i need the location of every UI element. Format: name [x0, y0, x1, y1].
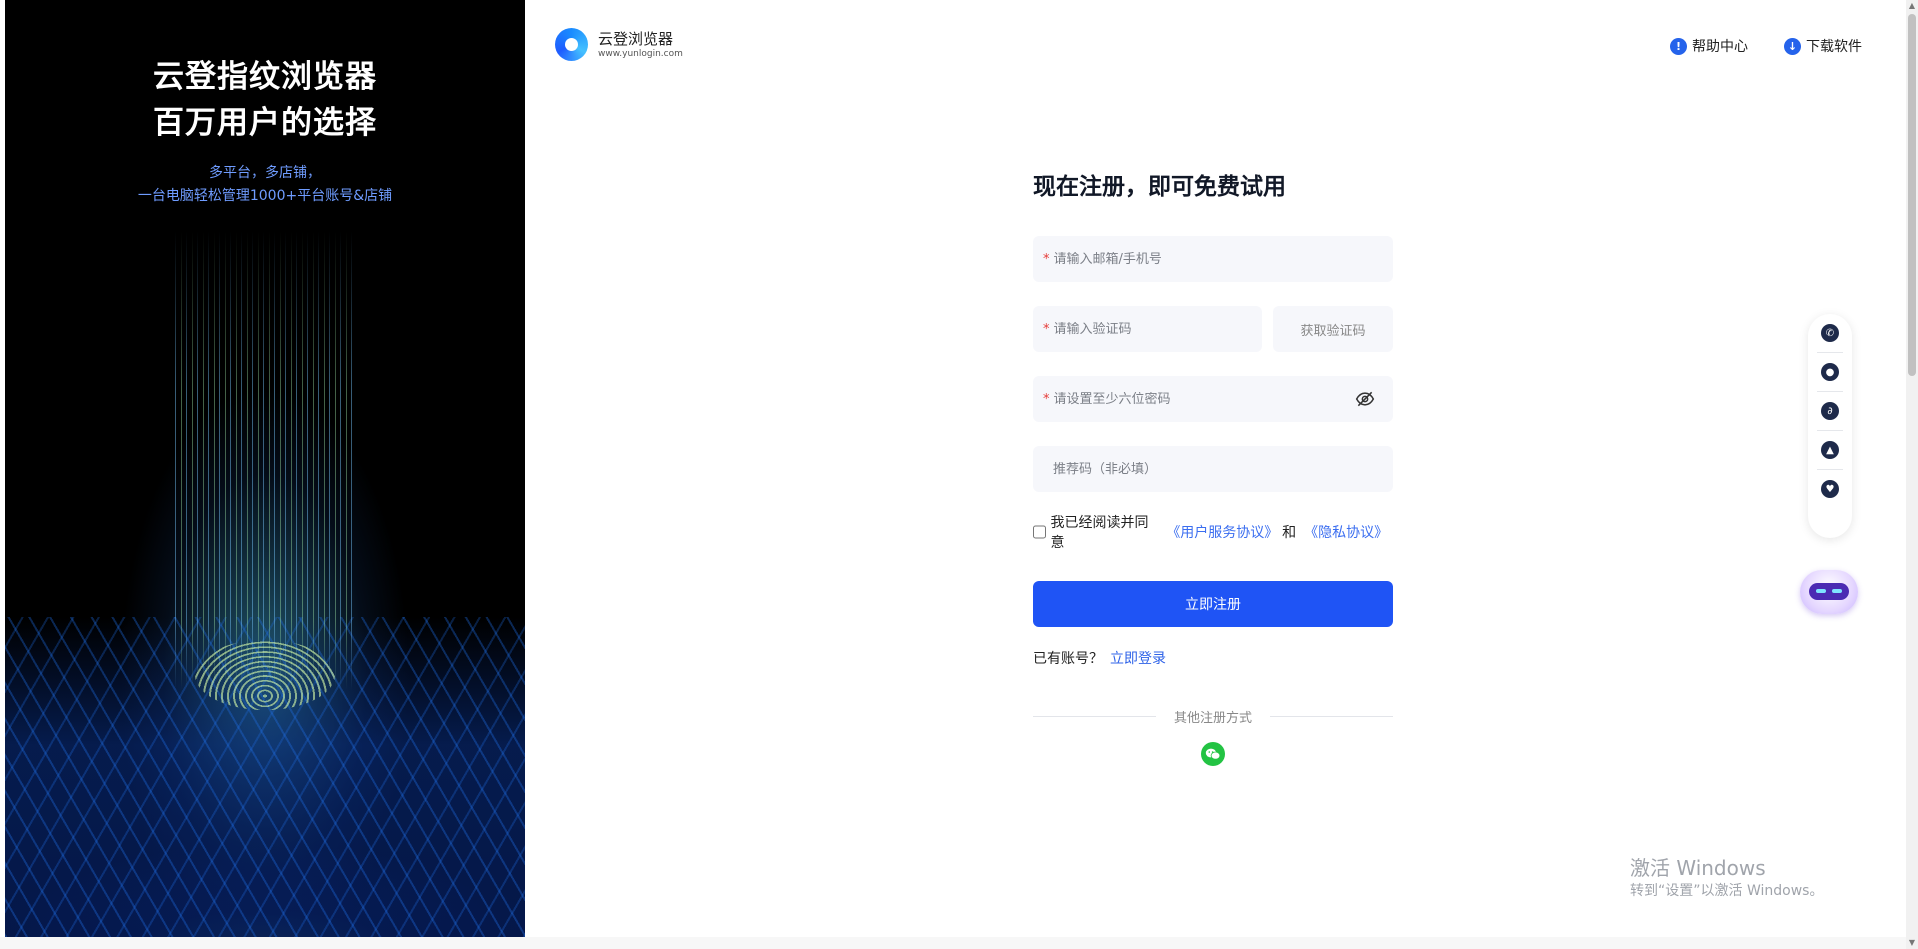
required-mark: *	[1043, 251, 1050, 267]
verification-code-field[interactable]: *	[1033, 306, 1262, 352]
registration-page: 云登指纹浏览器 百万用户的选择 多平台，多店铺， 一台电脑轻松管理1000+平台…	[0, 0, 1918, 949]
verification-code-input[interactable]	[1053, 321, 1262, 337]
toolbar-divider	[1817, 469, 1843, 470]
required-mark: *	[1043, 391, 1050, 407]
vertical-scrollbar[interactable]: ▲ ▼	[1906, 0, 1918, 949]
promo-title-line1: 云登指纹浏览器	[153, 59, 377, 95]
promo-title: 云登指纹浏览器 百万用户的选择	[5, 54, 525, 146]
register-button[interactable]: 立即注册	[1033, 581, 1393, 627]
terms-link[interactable]: 《用户服务协议》	[1166, 522, 1278, 542]
qq-icon[interactable]: ▲	[1821, 441, 1839, 459]
eye-off-icon[interactable]	[1355, 389, 1375, 409]
promo-panel: 云登指纹浏览器 百万用户的选择 多平台，多店铺， 一台电脑轻松管理1000+平台…	[5, 0, 525, 937]
required-mark: *	[1043, 321, 1050, 337]
download-software-label: 下载软件	[1806, 39, 1862, 55]
verification-code-row: * 获取验证码	[1033, 306, 1393, 352]
help-center-label: 帮助中心	[1692, 39, 1748, 55]
agree-text: 我已经阅读并同意	[1050, 515, 1149, 551]
windows-activation-watermark: 激活 Windows 转到“设置”以激活 Windows。	[1630, 855, 1823, 901]
robot-face	[1809, 583, 1849, 600]
toolbar-divider	[1817, 352, 1843, 353]
form-title: 现在注册，即可免费试用	[1033, 174, 1286, 200]
divider-line	[1033, 716, 1156, 717]
account-input[interactable]	[1053, 251, 1393, 267]
phone-icon[interactable]: ✆	[1821, 324, 1839, 342]
fingerprint-image	[195, 640, 335, 710]
referral-code-field[interactable]	[1033, 446, 1393, 492]
brand-logo[interactable]: 云登浏览器 www.yunlogin.com	[555, 28, 683, 61]
bottom-strip	[0, 937, 1906, 949]
toolbar-divider	[1817, 430, 1843, 431]
top-links: ! 帮助中心 ↓ 下载软件	[1670, 36, 1862, 56]
have-account-text: 已有账号？	[1033, 651, 1103, 667]
promo-subtitle-line2: 一台电脑轻松管理1000+平台账号&店铺	[137, 188, 393, 204]
download-icon: ↓	[1784, 37, 1801, 55]
scroll-thumb[interactable]	[1908, 14, 1916, 376]
toolbar-divider	[1817, 391, 1843, 392]
brand-name: 云登浏览器	[598, 29, 674, 48]
privacy-link[interactable]: 《隐私协议》	[1304, 522, 1388, 542]
download-software-link[interactable]: ↓ 下载软件	[1784, 36, 1862, 56]
login-row: 已有账号？ 立即登录	[1033, 648, 1393, 668]
floating-toolbar: ✆ ● ∂ ▲ ♥	[1808, 314, 1852, 538]
account-field[interactable]: *	[1033, 236, 1393, 282]
promo-subtitle-line1: 多平台，多店铺，	[209, 165, 321, 181]
watermark-line1: 激活 Windows	[1630, 856, 1766, 880]
other-methods-divider: 其他注册方式	[1033, 707, 1394, 726]
logo-icon	[555, 28, 588, 61]
wechat-icon[interactable]: ●	[1821, 363, 1839, 381]
scroll-up-arrow-icon[interactable]: ▲	[1908, 2, 1916, 10]
wechat-register-button[interactable]	[1201, 742, 1225, 766]
other-methods-label: 其他注册方式	[1174, 711, 1253, 726]
info-icon: !	[1670, 37, 1687, 55]
get-code-button[interactable]: 获取验证码	[1273, 306, 1393, 352]
watermark-line2: 转到“设置”以激活 Windows。	[1630, 883, 1824, 899]
password-field[interactable]: *	[1033, 376, 1393, 422]
light-rays-image	[175, 230, 355, 690]
divider-line	[1270, 716, 1394, 717]
agreement-row: 我已经阅读并同意 《用户服务协议》 和 《隐私协议》	[1033, 512, 1393, 552]
agree-checkbox[interactable]	[1033, 525, 1047, 539]
help-center-link[interactable]: ! 帮助中心	[1670, 36, 1748, 56]
robot-eye	[1816, 589, 1826, 593]
promo-subtitle: 多平台，多店铺， 一台电脑轻松管理1000+平台账号&店铺	[5, 162, 525, 208]
robot-eye	[1832, 589, 1842, 593]
chat-assistant-robot-icon[interactable]	[1800, 570, 1858, 614]
password-input[interactable]	[1053, 391, 1393, 407]
referral-code-input[interactable]	[1053, 461, 1393, 477]
heart-icon[interactable]: ♥	[1821, 480, 1839, 498]
and-text: 和	[1282, 525, 1297, 541]
login-link[interactable]: 立即登录	[1110, 651, 1166, 667]
wechat-icon	[1205, 748, 1221, 760]
link-icon[interactable]: ∂	[1821, 402, 1839, 420]
logo-text: 云登浏览器 www.yunlogin.com	[598, 30, 683, 60]
registration-form: 现在注册，即可免费试用 * * 获取验证码 * 我已	[1033, 170, 1394, 766]
brand-url: www.yunlogin.com	[598, 48, 683, 59]
scroll-down-arrow-icon[interactable]: ▼	[1908, 939, 1916, 947]
promo-title-line2: 百万用户的选择	[153, 105, 377, 141]
